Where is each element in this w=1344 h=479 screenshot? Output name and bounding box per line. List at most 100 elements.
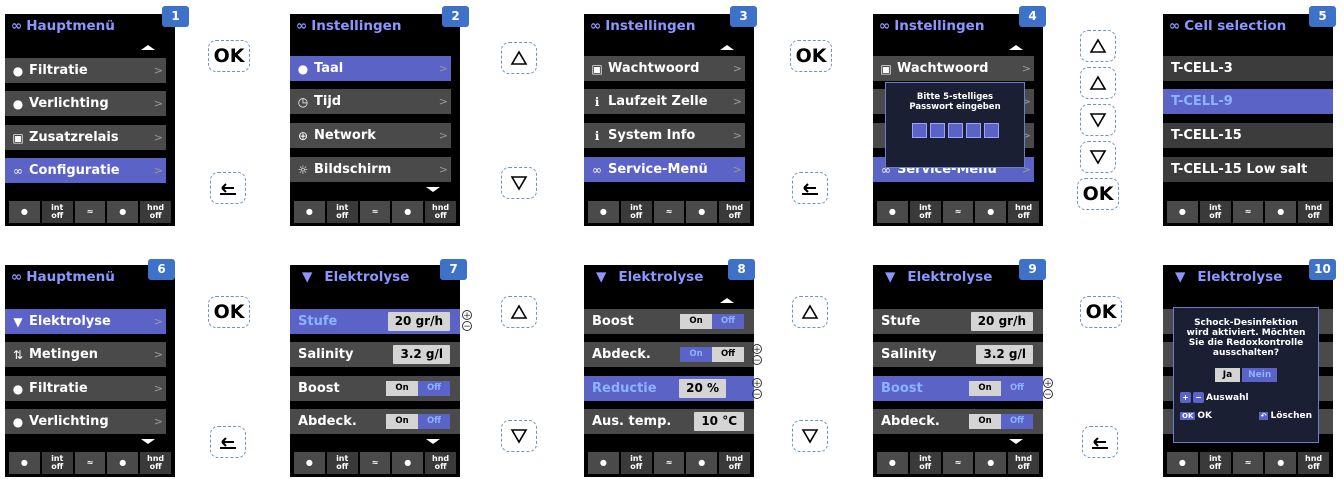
cell-option[interactable]: T-CELL-3 <box>1163 56 1333 81</box>
ok-button[interactable]: OK <box>208 296 250 328</box>
settings-icon: ∞ <box>11 18 23 34</box>
menu-item-wachtwoord[interactable]: ▣ Wachtwoord > <box>873 56 1034 81</box>
pin-digit[interactable] <box>947 123 963 138</box>
wifi-icon: ≈ <box>1232 452 1264 474</box>
down-button[interactable] <box>1080 104 1116 136</box>
pin-digit[interactable] <box>929 123 945 138</box>
on-off-toggle[interactable]: On Off <box>969 381 1033 396</box>
menu-item-filtratie[interactable]: ● Filtratie > <box>5 58 166 83</box>
menu-item-elektrolyse[interactable]: ▼ Elektrolyse > <box>5 309 166 334</box>
int-status: int off <box>620 201 652 223</box>
menu-item-laufzeit[interactable]: ℹ Laufzeit Zelle > <box>584 89 745 114</box>
yes-no-choice[interactable]: Ja Nein <box>1174 368 1318 382</box>
hnd-status: hnd off <box>140 452 171 474</box>
setting-row-abdeck[interactable]: Abdeck. On Off <box>873 409 1043 434</box>
ok-key-icon: OK <box>1180 412 1196 420</box>
setting-row-stufe[interactable]: Stufe 20 gr/h <box>290 309 460 334</box>
menu-item-filtratie[interactable]: ● Filtratie > <box>5 376 166 401</box>
on-off-toggle[interactable]: On Off <box>680 314 744 329</box>
menu-item-zusatzrelais[interactable]: ▣ Zusatzrelais > <box>5 125 166 150</box>
action-hints: OK OK ↶ Löschen <box>1174 411 1318 421</box>
setting-row-boost[interactable]: Boost On Off <box>584 309 754 334</box>
hnd-status: hnd off <box>1298 201 1329 223</box>
screen-title: ∞ Cell selection <box>1169 18 1287 34</box>
down-button[interactable] <box>1080 141 1116 173</box>
back-button[interactable] <box>1082 426 1118 458</box>
on-off-toggle[interactable]: On Off <box>680 347 744 362</box>
electrolysis-icon: ▼ <box>13 314 23 329</box>
settings-icon: ∞ <box>13 163 23 178</box>
on-off-toggle[interactable]: On Off <box>386 414 450 429</box>
up-button[interactable] <box>501 42 537 74</box>
value-field[interactable]: 20 % <box>679 379 726 398</box>
down-button[interactable] <box>501 167 537 199</box>
setting-row-stufe[interactable]: Stufe 20 gr/h <box>873 309 1043 334</box>
menu-item-verlichting[interactable]: ● Verlichting > <box>5 409 166 434</box>
up-button[interactable] <box>1080 30 1116 62</box>
menu-item-network[interactable]: ⊕ Network > <box>290 123 451 148</box>
status-bar: ● int off ≈ ● hnd off <box>1167 201 1329 223</box>
chevron-right-icon: > <box>153 97 163 110</box>
screen-7: ▼ Elektrolyse Stufe 20 gr/h Salinity 3.2 g/… <box>290 265 460 477</box>
menu-item-tijd[interactable]: ◷ Tijd > <box>290 89 451 114</box>
up-button[interactable] <box>792 296 828 328</box>
on-off-toggle[interactable]: On Off <box>386 381 450 396</box>
menu-item-service-menu[interactable]: ∞ Service-Menü > <box>584 157 745 182</box>
settings-icon: ∞ <box>11 269 23 285</box>
ok-button[interactable]: OK <box>790 40 832 72</box>
cell-option-selected[interactable]: T-CELL-9 <box>1163 89 1333 114</box>
back-button[interactable] <box>210 172 246 204</box>
value-field[interactable]: 20 gr/h <box>387 312 450 331</box>
settings-icon: ∞ <box>1169 18 1181 34</box>
menu-item-bildschirm[interactable]: ☼ Bildschirm > <box>290 157 451 182</box>
clock-icon: ◷ <box>297 94 309 109</box>
scroll-up-icon <box>720 45 734 50</box>
screen-9: ▼ Elektrolyse Stufe 20 gr/h Salinity 3.2 g/… <box>873 265 1043 477</box>
on-off-toggle[interactable]: On Off <box>969 414 1033 429</box>
setting-row-abdeck[interactable]: Abdeck. On Off <box>584 342 754 367</box>
setting-row-abdeck[interactable]: Abdeck. On Off <box>290 409 460 434</box>
pump-status-icon: ● <box>9 201 40 223</box>
setting-row-reductie[interactable]: Reductie 20 % <box>584 376 754 401</box>
back-button[interactable] <box>792 172 828 204</box>
pin-digit[interactable] <box>983 123 999 138</box>
setting-row-salinity[interactable]: Salinity 3.2 g/l <box>290 342 460 367</box>
menu-item-metingen[interactable]: ⇅ Metingen > <box>5 342 166 367</box>
ok-hint: OK OK <box>1180 411 1212 421</box>
int-status: int off <box>41 201 73 223</box>
value-field[interactable]: 10 °C <box>694 412 744 431</box>
setting-row-boost[interactable]: Boost On Off <box>290 376 460 401</box>
back-arrow-icon <box>220 437 236 449</box>
wifi-icon: ≈ <box>942 201 974 223</box>
cell-option[interactable]: T-CELL-15 Low salt <box>1163 157 1333 182</box>
up-button[interactable] <box>1080 67 1116 99</box>
menu-item-taal[interactable]: ● Taal > <box>290 56 451 81</box>
chevron-right-icon: > <box>732 129 742 142</box>
hnd-status: hnd off <box>1298 452 1329 474</box>
ok-button[interactable]: OK <box>208 40 250 72</box>
pin-digit[interactable] <box>965 123 981 138</box>
ok-button[interactable]: OK <box>1077 178 1119 210</box>
down-button[interactable] <box>792 420 828 452</box>
cell-option[interactable]: T-CELL-15 <box>1163 123 1333 148</box>
menu-item-verlichting[interactable]: ● Verlichting > <box>5 91 166 116</box>
menu-item-configuratie[interactable]: ∞ Configuratie > <box>5 158 166 183</box>
ok-button[interactable]: OK <box>1080 296 1122 328</box>
back-button[interactable] <box>210 426 246 458</box>
pin-input[interactable] <box>886 123 1024 138</box>
setting-row-aus-temp[interactable]: Aus. temp. 10 °C <box>584 409 754 434</box>
pump-status-icon: ● <box>877 201 908 223</box>
down-button[interactable] <box>501 420 537 452</box>
up-button[interactable] <box>501 296 537 328</box>
no-option[interactable]: Nein <box>1242 368 1278 382</box>
setting-row-salinity[interactable]: Salinity 3.2 g/l <box>873 342 1043 367</box>
menu-item-system-info[interactable]: ℹ System Info > <box>584 123 745 148</box>
settings-icon: ∞ <box>592 162 602 177</box>
yes-option[interactable]: Ja <box>1214 368 1241 382</box>
back-arrow-icon <box>220 183 236 195</box>
menu-item-wachtwoord[interactable]: ▣ Wachtwoord > <box>584 56 745 81</box>
pin-digit[interactable] <box>911 123 927 138</box>
setting-row-boost[interactable]: Boost On Off <box>873 376 1043 401</box>
bulb-status-icon: ● <box>975 452 1007 474</box>
bulb-icon: ● <box>12 96 24 111</box>
